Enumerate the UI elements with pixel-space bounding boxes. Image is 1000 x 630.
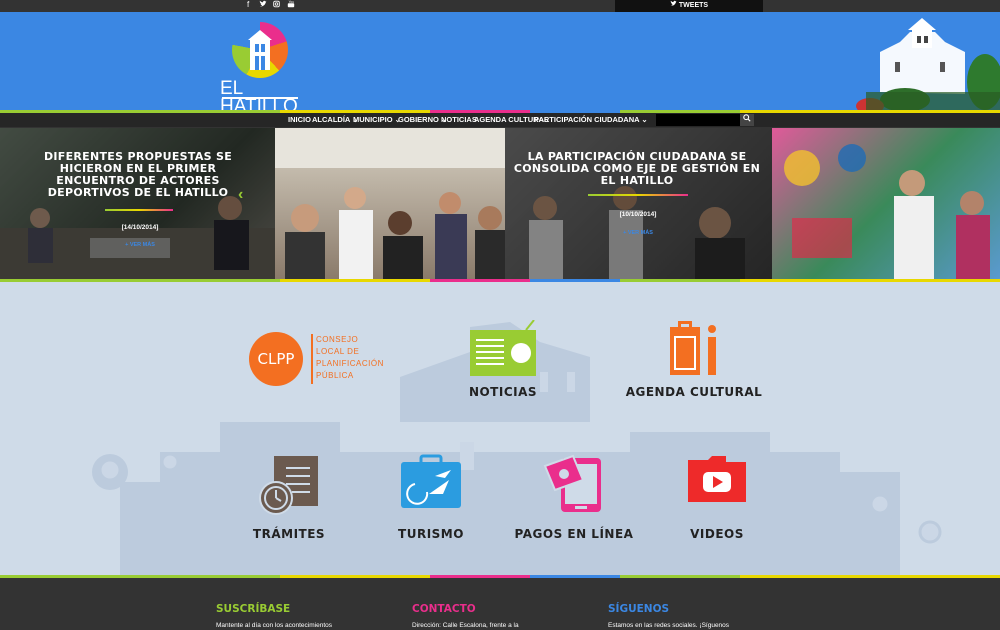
search-button[interactable] xyxy=(740,114,754,126)
site-footer: SUSCRÍBASE Mantente al día con los acont… xyxy=(0,578,1000,630)
slide-photo-2[interactable] xyxy=(275,128,505,280)
tramites-label[interactable]: TRÁMITES xyxy=(234,527,344,541)
clpp-divider xyxy=(311,334,313,384)
videos-label[interactable]: VIDEOS xyxy=(663,527,771,541)
slider-prev-arrow-icon[interactable]: ‹ xyxy=(238,186,243,204)
nav-item-alcaldia[interactable]: ALCALDÍA ⌄ xyxy=(312,115,358,125)
header-background-art xyxy=(856,18,1000,110)
nav-item-inicio[interactable]: INICIO xyxy=(288,115,311,125)
footer-suscribase-text: Mantente al día con los acontecimientos xyxy=(216,622,332,629)
services-panel: CLPP CONSEJO LOCAL DE PLANIFICACIÓN PÚBL… xyxy=(0,282,1000,577)
search-icon xyxy=(743,114,751,122)
slide-photo-4[interactable] xyxy=(772,128,1000,280)
clpp-line-1: CONSEJO xyxy=(316,335,359,344)
mobile-payment-icon[interactable] xyxy=(543,454,605,514)
news-slider: DIFERENTES PROPUESTAS SE HICIERON EN EL … xyxy=(0,128,1000,280)
logo-underline xyxy=(222,97,298,99)
facebook-icon[interactable]: f xyxy=(247,0,249,9)
clpp-name[interactable]: CONSEJO LOCAL DE PLANIFICACIÓN PÚBLICA xyxy=(316,334,384,382)
site-header: EL HATILLO xyxy=(0,12,1000,116)
nav-item-participacion[interactable]: PARTICIPACIÓN CIUDADANA ⌄ xyxy=(534,115,648,125)
slide-2-title[interactable]: LA PARTICIPACIÓN CIUDADANA SE CONSOLIDA … xyxy=(512,151,762,187)
clpp-line-3: PLANIFICACIÓN xyxy=(316,359,384,368)
suitcase-icon[interactable] xyxy=(399,454,463,510)
footer-contacto-text: Dirección: Calle Escalona, frente a la xyxy=(412,622,519,629)
noticias-label[interactable]: NOTICIAS xyxy=(440,385,566,399)
footer-suscribase-title: SUSCRÍBASE xyxy=(216,603,291,615)
youtube-icon[interactable]: You xyxy=(287,0,295,10)
radio-icon[interactable] xyxy=(468,320,538,378)
turismo-label[interactable]: TURISMO xyxy=(376,527,486,541)
agenda-label[interactable]: AGENDA CULTURAL xyxy=(618,385,770,399)
nav-item-noticias[interactable]: NOTICIAS xyxy=(441,115,477,125)
slide-1-more-link[interactable]: + VER MÁS xyxy=(100,242,180,248)
slide-2-date: [10/10/2014] xyxy=(619,211,657,218)
chevron-down-icon: ⌄ xyxy=(639,115,648,124)
clipboard-icon[interactable] xyxy=(668,319,720,377)
logo-church-icon xyxy=(248,30,272,70)
footer-siguenos-title: SÍGUENOS xyxy=(608,603,670,615)
slide-1-divider xyxy=(105,209,173,211)
clpp-line-2: LOCAL DE xyxy=(316,347,360,356)
pagos-label[interactable]: PAGOS EN LÍNEA xyxy=(508,527,640,541)
tweets-label: TWEETS xyxy=(678,2,709,9)
search-input[interactable] xyxy=(656,114,740,126)
slide-2-more-link[interactable]: + VER MÁS xyxy=(598,230,678,236)
nav-item-municipio[interactable]: MUNICIPIO ⌄ xyxy=(353,115,401,125)
footer-contacto-title: CONTACTO xyxy=(412,603,476,615)
top-bar: f You TWEETS xyxy=(0,0,1000,12)
clpp-badge-text: CLPP xyxy=(257,350,295,368)
clpp-line-4: PÚBLICA xyxy=(316,371,354,380)
main-nav: INICIO ALCALDÍA ⌄ MUNICIPIO ⌄ GOBIERNO ⌄… xyxy=(0,113,1000,127)
nav-item-gobierno[interactable]: GOBIERNO ⌄ xyxy=(398,115,447,125)
twitter-icon[interactable] xyxy=(259,0,267,11)
footer-siguenos-text: Estamos en las redes sociales. ¡Síguenos xyxy=(608,622,730,629)
documents-clock-icon[interactable] xyxy=(258,454,322,516)
twitter-icon xyxy=(670,0,679,9)
slide-2-divider xyxy=(588,194,688,196)
video-folder-icon[interactable] xyxy=(686,454,748,504)
tweets-tab[interactable]: TWEETS xyxy=(615,0,763,12)
slide-1-date: [14/10/2014] xyxy=(121,224,159,231)
svg-text:You: You xyxy=(289,0,295,4)
instagram-icon[interactable] xyxy=(273,0,280,10)
slide-1-title[interactable]: DIFERENTES PROPUESTAS SE HICIERON EN EL … xyxy=(38,151,238,199)
